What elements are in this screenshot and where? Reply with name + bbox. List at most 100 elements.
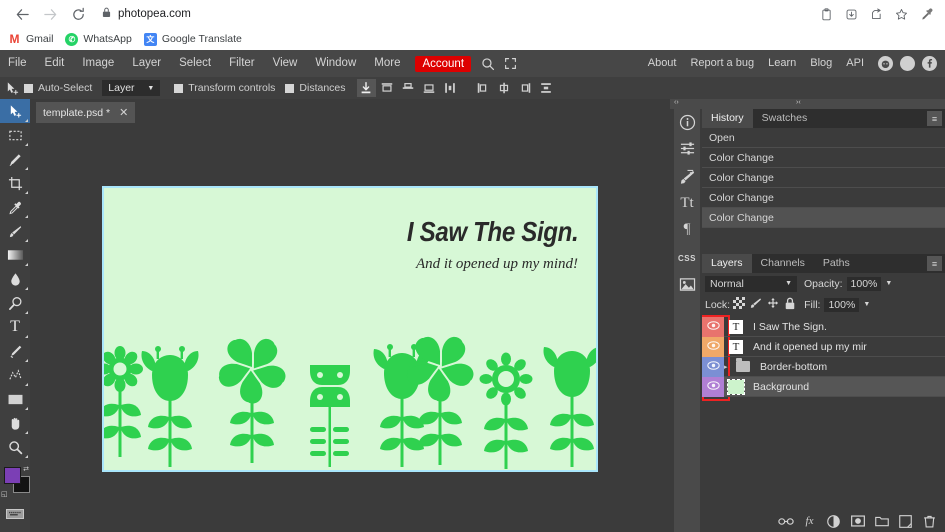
reload-icon[interactable]: [64, 0, 92, 28]
layer-row[interactable]: T I Saw The Sign.: [702, 316, 945, 337]
align-top-icon[interactable]: [378, 79, 397, 97]
fill-value[interactable]: 100%: [824, 297, 860, 312]
layer-visibility-toggle[interactable]: [702, 336, 724, 357]
adjustments-icon[interactable]: [674, 135, 700, 161]
lasso-tool[interactable]: [0, 147, 30, 171]
history-row[interactable]: Color Change: [702, 188, 945, 208]
brush-settings-icon[interactable]: [674, 164, 700, 190]
layer-row[interactable]: ▸ Border-bottom: [702, 356, 945, 377]
text-tool[interactable]: T: [0, 315, 30, 339]
tab-channels[interactable]: Channels: [752, 254, 814, 273]
new-layer-icon[interactable]: [896, 512, 915, 530]
panel-menu-icon[interactable]: ≡: [927, 111, 942, 126]
facebook-icon[interactable]: [922, 56, 937, 71]
address-bar[interactable]: photopea.com: [102, 3, 808, 25]
menu-api[interactable]: API: [839, 50, 871, 77]
chevron-right-icon[interactable]: ▸: [724, 363, 731, 371]
layer-name[interactable]: Background: [748, 381, 809, 393]
distribute-horizontal-icon[interactable]: [537, 79, 556, 97]
bookmark-star-icon[interactable]: [889, 2, 914, 26]
tab-paths[interactable]: Paths: [814, 254, 859, 273]
transform-controls-checkbox[interactable]: Transform controls: [174, 82, 275, 94]
eyedropper-tool[interactable]: [0, 195, 30, 219]
auto-select-checkbox[interactable]: Auto-Select: [24, 82, 92, 94]
history-row[interactable]: Color Change: [702, 168, 945, 188]
layer-name[interactable]: I Saw The Sign.: [748, 321, 827, 333]
gradient-tool[interactable]: [0, 243, 30, 267]
opacity-chevron-down-icon[interactable]: ▼: [885, 280, 892, 287]
collapse-panel-icon[interactable]: ›‹: [796, 99, 801, 106]
character-icon[interactable]: Tt: [674, 190, 700, 216]
layer-row[interactable]: T And it opened up my mir: [702, 336, 945, 357]
distances-checkbox[interactable]: Distances: [285, 82, 346, 94]
layer-thumbnail[interactable]: T: [724, 317, 748, 337]
forward-arrow-icon[interactable]: [36, 0, 64, 28]
keyboard-icon[interactable]: [0, 503, 30, 525]
bookmark-gmail[interactable]: M Gmail: [8, 32, 53, 46]
distribute-vertical-icon[interactable]: [441, 79, 460, 97]
align-distribute-icon[interactable]: [356, 79, 376, 97]
panel-menu-icon[interactable]: ≡: [927, 256, 942, 271]
lock-all-icon[interactable]: [781, 297, 798, 313]
menu-blog[interactable]: Blog: [803, 50, 839, 77]
layer-thumbnail[interactable]: T: [724, 337, 748, 357]
opacity-value[interactable]: 100%: [846, 276, 882, 291]
menu-window[interactable]: Window: [306, 50, 365, 77]
tab-layers[interactable]: Layers: [702, 254, 752, 273]
twitter-icon[interactable]: [900, 56, 915, 71]
crop-tool[interactable]: [0, 171, 30, 195]
layer-row-selected[interactable]: Background: [702, 376, 945, 397]
align-bottom-icon[interactable]: [420, 79, 439, 97]
menu-filter[interactable]: Filter: [220, 50, 264, 77]
adjustment-layer-icon[interactable]: [824, 512, 843, 530]
history-row-open[interactable]: Open: [702, 128, 945, 148]
history-row-selected[interactable]: Color Change: [702, 208, 945, 228]
eyedropper-icon[interactable]: [914, 2, 939, 26]
menu-about[interactable]: About: [641, 50, 684, 77]
align-left-icon[interactable]: [474, 79, 493, 97]
menu-more[interactable]: More: [365, 50, 409, 77]
layer-mask-icon[interactable]: [848, 512, 867, 530]
info-icon[interactable]: [674, 109, 700, 135]
color-swatches[interactable]: ⇄ ◱: [0, 465, 30, 499]
link-layers-icon[interactable]: [776, 512, 795, 530]
document-tab[interactable]: template.psd * ✕: [36, 102, 136, 123]
bookmark-whatsapp[interactable]: ✆ WhatsApp: [65, 32, 132, 46]
delete-layer-icon[interactable]: [920, 512, 939, 530]
align-vcenter-icon[interactable]: [399, 79, 418, 97]
menu-view[interactable]: View: [264, 50, 307, 77]
back-arrow-icon[interactable]: [8, 0, 36, 28]
align-right-icon[interactable]: [516, 79, 535, 97]
expand-panel-icon[interactable]: ‹›: [674, 99, 679, 106]
search-icon[interactable]: [477, 57, 499, 71]
lock-pixels-icon[interactable]: [747, 297, 764, 312]
pen-tool[interactable]: [0, 339, 30, 363]
share-icon[interactable]: [864, 2, 889, 26]
menu-file[interactable]: File: [0, 50, 36, 77]
reddit-icon[interactable]: [878, 56, 893, 71]
menu-edit[interactable]: Edit: [36, 50, 74, 77]
layer-name[interactable]: Border-bottom: [755, 361, 827, 373]
blur-tool[interactable]: [0, 267, 30, 291]
tab-history[interactable]: History: [702, 109, 753, 128]
new-group-icon[interactable]: [872, 512, 891, 530]
dodge-tool[interactable]: [0, 291, 30, 315]
layer-thumbnail[interactable]: [724, 377, 748, 397]
layer-group-thumbnail[interactable]: [731, 357, 755, 377]
lock-transparency-icon[interactable]: [730, 297, 747, 312]
align-hcenter-icon[interactable]: [495, 79, 514, 97]
layer-visibility-toggle[interactable]: [702, 356, 724, 377]
layer-name[interactable]: And it opened up my mir: [748, 341, 867, 353]
zoom-tool[interactable]: [0, 435, 30, 459]
auto-select-scope-dropdown[interactable]: Layer ▼: [102, 80, 161, 96]
shape-tool[interactable]: [0, 363, 30, 387]
fullscreen-icon[interactable]: [499, 57, 521, 70]
paragraph-icon[interactable]: ¶: [674, 216, 700, 242]
menu-select[interactable]: Select: [170, 50, 220, 77]
brush-tool[interactable]: [0, 219, 30, 243]
foreground-color-swatch[interactable]: [4, 467, 21, 484]
fill-chevron-down-icon[interactable]: ▼: [863, 301, 870, 308]
canvas-workspace[interactable]: I Saw The Sign. And it opened up my mind…: [30, 126, 670, 532]
menu-learn[interactable]: Learn: [761, 50, 803, 77]
layer-visibility-toggle[interactable]: [702, 316, 724, 337]
